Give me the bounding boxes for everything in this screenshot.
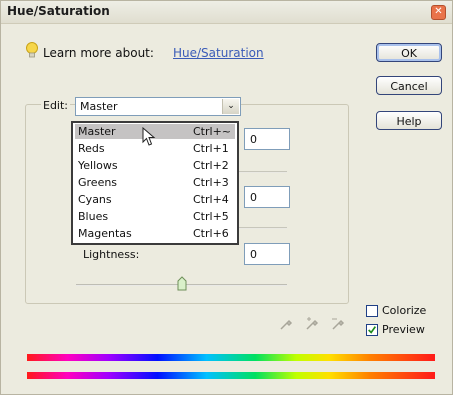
edit-selected-value: Master <box>80 100 118 113</box>
menu-item-label: Blues <box>78 210 109 223</box>
slider-thumb-icon[interactable] <box>177 276 187 291</box>
window-title: Hue/Saturation <box>7 4 110 18</box>
preview-checkbox[interactable] <box>366 324 378 336</box>
menu-item-greens[interactable]: Greens Ctrl+3 <box>75 175 235 190</box>
close-icon[interactable]: ✕ <box>431 5 446 20</box>
preview-label: Preview <box>382 323 425 336</box>
cancel-button[interactable]: Cancel <box>376 76 442 95</box>
learn-more-label: Learn more about: <box>43 46 154 60</box>
learn-more-link[interactable]: Hue/Saturation <box>173 46 264 60</box>
ok-button[interactable]: OK <box>376 43 442 62</box>
eyedropper-plus-icon[interactable] <box>305 317 319 331</box>
menu-item-shortcut: Ctrl+4 <box>193 193 229 206</box>
menu-item-label: Cyans <box>78 193 112 206</box>
output-spectrum-bar <box>27 372 435 379</box>
checkmark-icon <box>368 326 377 334</box>
lightbulb-icon <box>26 42 38 58</box>
menu-item-shortcut: Ctrl+2 <box>193 159 229 172</box>
menu-item-cyans[interactable]: Cyans Ctrl+4 <box>75 192 235 207</box>
menu-item-shortcut: Ctrl+3 <box>193 176 229 189</box>
menu-item-shortcut: Ctrl+~ <box>193 125 232 138</box>
menu-item-label: Yellows <box>78 159 118 172</box>
menu-item-blues[interactable]: Blues Ctrl+5 <box>75 209 235 224</box>
eyedropper-icon[interactable] <box>279 317 293 331</box>
colorize-checkbox[interactable] <box>366 305 378 317</box>
menu-item-label: Reds <box>78 142 105 155</box>
hue-input[interactable]: 0 <box>244 128 290 150</box>
help-button[interactable]: Help <box>376 111 442 130</box>
lightness-label: Lightness: <box>83 248 140 261</box>
menu-item-shortcut: Ctrl+6 <box>193 227 229 240</box>
lightness-input[interactable]: 0 <box>244 243 290 265</box>
menu-item-shortcut: Ctrl+1 <box>193 142 229 155</box>
menu-item-shortcut: Ctrl+5 <box>193 210 229 223</box>
menu-item-label: Magentas <box>78 227 132 240</box>
menu-item-magentas[interactable]: Magentas Ctrl+6 <box>75 226 235 241</box>
hue-saturation-dialog: Hue/Saturation ✕ Learn more about: Hue/S… <box>0 0 453 395</box>
menu-item-label: Greens <box>78 176 118 189</box>
colorize-label: Colorize <box>382 304 427 317</box>
title-bar: Hue/Saturation ✕ <box>1 1 452 24</box>
saturation-input[interactable]: 0 <box>244 186 290 208</box>
cursor-arrow-icon <box>142 127 156 146</box>
chevron-down-icon[interactable]: ⌄ <box>222 99 239 114</box>
edit-label: Edit: <box>41 99 71 112</box>
input-spectrum-bar <box>27 354 435 361</box>
menu-item-label: Master <box>78 125 116 138</box>
eyedropper-minus-icon[interactable] <box>331 317 345 331</box>
menu-item-yellows[interactable]: Yellows Ctrl+2 <box>75 158 235 173</box>
edit-dropdown[interactable]: Master ⌄ <box>75 97 241 116</box>
